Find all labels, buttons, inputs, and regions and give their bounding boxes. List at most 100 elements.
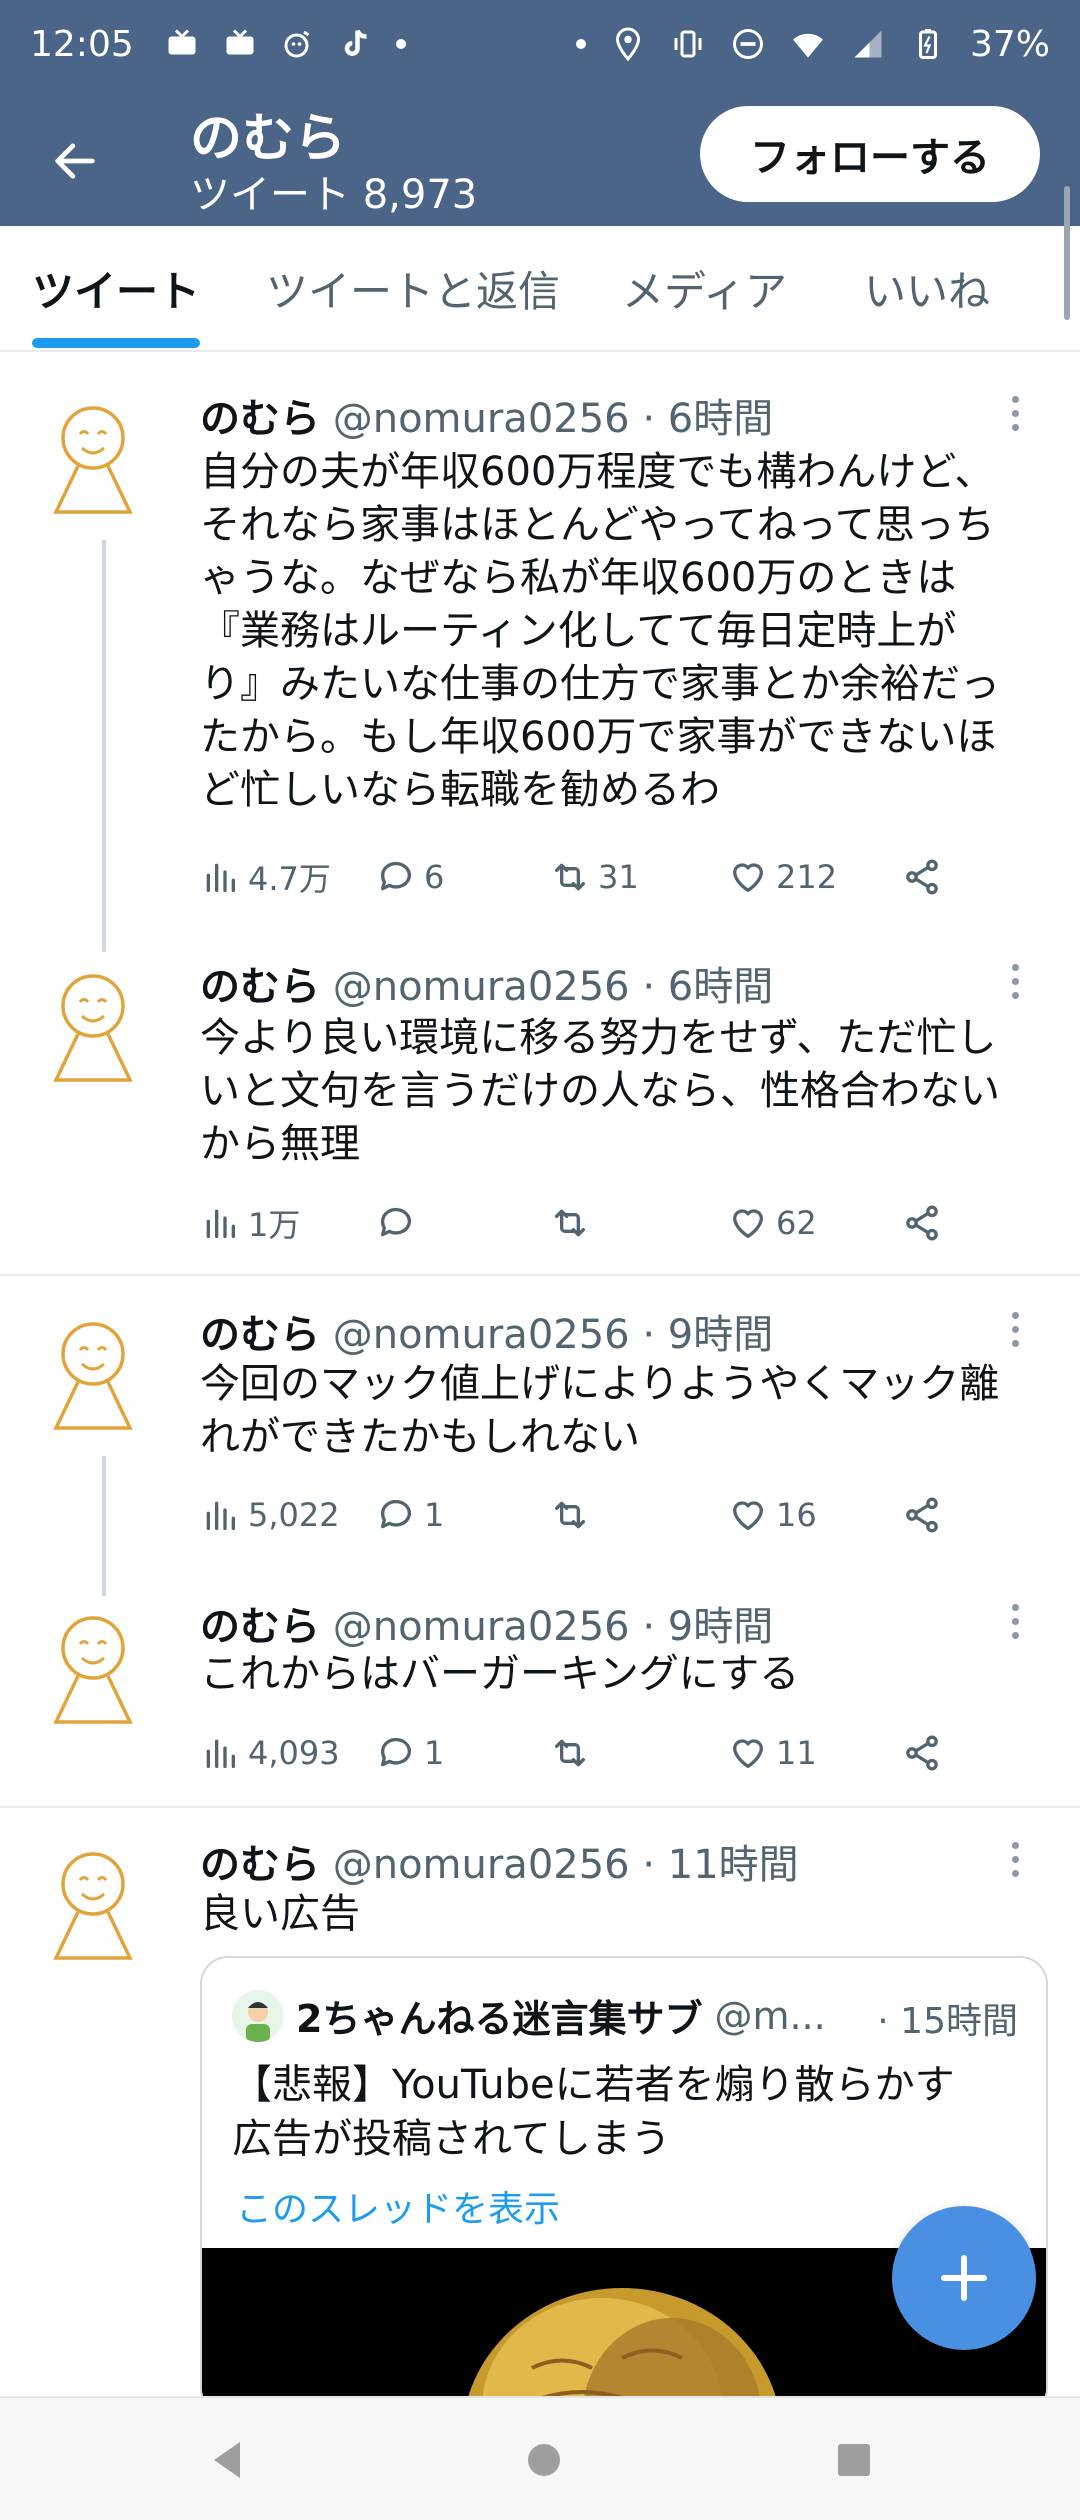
views-count: 1万: [248, 1206, 301, 1244]
like-count: 212: [776, 858, 838, 896]
more-options-icon[interactable]: [1000, 1596, 1030, 1646]
views-button[interactable]: 1万: [200, 1198, 300, 1248]
views-button[interactable]: 4,093: [200, 1728, 340, 1778]
heart-icon: [733, 863, 763, 892]
share-button[interactable]: [902, 1728, 942, 1778]
share-icon: [906, 1205, 938, 1241]
quoted-time: · 15時間: [877, 2001, 1018, 2042]
battery-icon: [910, 26, 946, 62]
scrollbar[interactable]: [1064, 186, 1070, 320]
like-button[interactable]: 11: [728, 1728, 817, 1778]
tweet-author-name[interactable]: のむら: [200, 1604, 320, 1650]
tweet-time: · 6時間: [642, 964, 774, 1010]
tweet-handle[interactable]: @nomura0256: [333, 964, 630, 1010]
reply-icon: [380, 1207, 411, 1237]
more-options-icon[interactable]: [1000, 1304, 1030, 1354]
square-recents-icon: [838, 2444, 870, 2476]
tweet-author-name[interactable]: のむら: [200, 964, 320, 1010]
follow-button[interactable]: フォローする: [700, 106, 1040, 202]
avatar[interactable]: [50, 1848, 136, 1964]
reply-count: 1: [424, 1734, 445, 1772]
like-count: 62: [776, 1204, 817, 1242]
tweet-line: 今より良い環境に移る努力をせず、ただ忙し: [200, 1015, 997, 1061]
more-options-icon[interactable]: [1000, 956, 1030, 1006]
tweet-line: これからはバーガーキングにする: [200, 1651, 800, 1697]
tab-tweets-replies[interactable]: ツイートと返信: [266, 258, 560, 319]
plus-icon: [941, 2255, 987, 2301]
retweet-icon: [555, 1501, 585, 1529]
reply-icon: [380, 1499, 411, 1529]
quoted-line: 広告が投稿されてしまう: [232, 2116, 671, 2162]
retweet-button[interactable]: [550, 1728, 598, 1778]
notification-dot: [395, 39, 406, 49]
tweet-line: 自分の夫が年収600万程度でも構わんけど、: [200, 449, 995, 495]
share-button[interactable]: [902, 852, 942, 902]
like-button[interactable]: 62: [728, 1198, 817, 1248]
tweet-text: これからはバーガーキングにする: [200, 1648, 1050, 1701]
tab-media[interactable]: メディア: [622, 258, 787, 319]
reply-button[interactable]: 1: [376, 1490, 444, 1540]
like-count: 11: [776, 1734, 817, 1772]
thread-line: [102, 540, 106, 952]
nav-back-button[interactable]: [200, 2432, 256, 2488]
tweet-line: から無理: [200, 1121, 360, 1167]
heart-icon: [733, 1739, 763, 1768]
avatar[interactable]: [50, 1612, 136, 1728]
tweet-line: たから。もし年収600万で家事ができないほ: [200, 714, 997, 760]
tab-likes[interactable]: いいね: [864, 258, 990, 319]
retweet-button[interactable]: [550, 1490, 598, 1540]
avatar[interactable]: [50, 1318, 136, 1434]
tweet-line: いと文句を言うだけの人なら、性格合わない: [200, 1068, 1000, 1114]
tweet-text: 良い広告: [200, 1888, 1050, 1941]
more-options-icon[interactable]: [1000, 1834, 1030, 1884]
nav-home-button[interactable]: [516, 2432, 572, 2488]
share-icon: [906, 1735, 938, 1771]
tweet-text: 自分の夫が年収600万程度でも構わんけど、 それなら家事はほとんどやってねって思…: [200, 446, 1050, 817]
views-button[interactable]: 5,022: [200, 1490, 340, 1540]
avatar[interactable]: [50, 970, 136, 1086]
tweet-handle[interactable]: @nomura0256: [333, 1604, 630, 1650]
retweet-button[interactable]: 31: [550, 852, 639, 902]
tweet-author-name[interactable]: のむら: [200, 1842, 320, 1888]
vibrate-icon: [670, 26, 706, 62]
share-button[interactable]: [902, 1198, 942, 1248]
assistant-icon: [280, 26, 316, 62]
reply-button[interactable]: 1: [376, 1728, 444, 1778]
views-icon: [206, 1209, 235, 1238]
tweet-header: のむら @nomura0256 · 9時間: [200, 1594, 773, 1652]
compose-tweet-button[interactable]: [892, 2206, 1036, 2350]
tweet-author-name[interactable]: のむら: [200, 396, 320, 442]
share-button[interactable]: [902, 1490, 942, 1540]
dnd-icon: [730, 26, 766, 62]
nav-recents-button[interactable]: [826, 2432, 882, 2488]
like-button[interactable]: 212: [728, 852, 837, 902]
back-button[interactable]: [40, 126, 110, 196]
show-thread-link[interactable]: このスレッドを表示: [236, 2180, 560, 2232]
views-count: 5,022: [248, 1496, 340, 1534]
tweet-author-name[interactable]: のむら: [200, 1312, 320, 1358]
avatar[interactable]: [50, 402, 136, 518]
profile-name: のむら: [190, 109, 347, 169]
reply-button[interactable]: 6: [376, 852, 444, 902]
quoted-handle: @m...: [714, 1993, 826, 2038]
tab-tweets[interactable]: ツイート: [32, 258, 200, 319]
tweet-line: ゃうな。なぜなら私が年収600万のときは: [200, 555, 957, 601]
reply-icon: [380, 861, 411, 891]
retweet-button[interactable]: [550, 1198, 598, 1248]
retweet-icon: [555, 863, 585, 891]
views-button[interactable]: 4.7万: [200, 852, 331, 902]
quoted-avatar: [232, 1989, 284, 2042]
tweet-handle[interactable]: @nomura0256: [333, 1312, 630, 1358]
tweet-handle[interactable]: @nomura0256: [333, 396, 630, 442]
tweet-handle[interactable]: @nomura0256: [333, 1842, 630, 1888]
retweet-icon: [555, 1209, 585, 1237]
share-icon: [906, 859, 938, 895]
tweet-text: 今より良い環境に移る努力をせず、ただ忙し いと文句を言うだけの人なら、性格合わな…: [200, 1012, 1050, 1171]
more-options-icon[interactable]: [1000, 388, 1030, 438]
quoted-tweet-card[interactable]: 2ちゃんねる迷言集サブ @m... · 15時間 【悲報】YouTubeに若者を…: [200, 1956, 1048, 2416]
tweet-header: のむら @nomura0256 · 6時間: [200, 386, 773, 444]
reply-button[interactable]: [376, 1198, 424, 1248]
like-button[interactable]: 16: [728, 1490, 817, 1540]
tweet-line: 良い広告: [200, 1891, 360, 1937]
divider: [0, 1274, 1080, 1276]
